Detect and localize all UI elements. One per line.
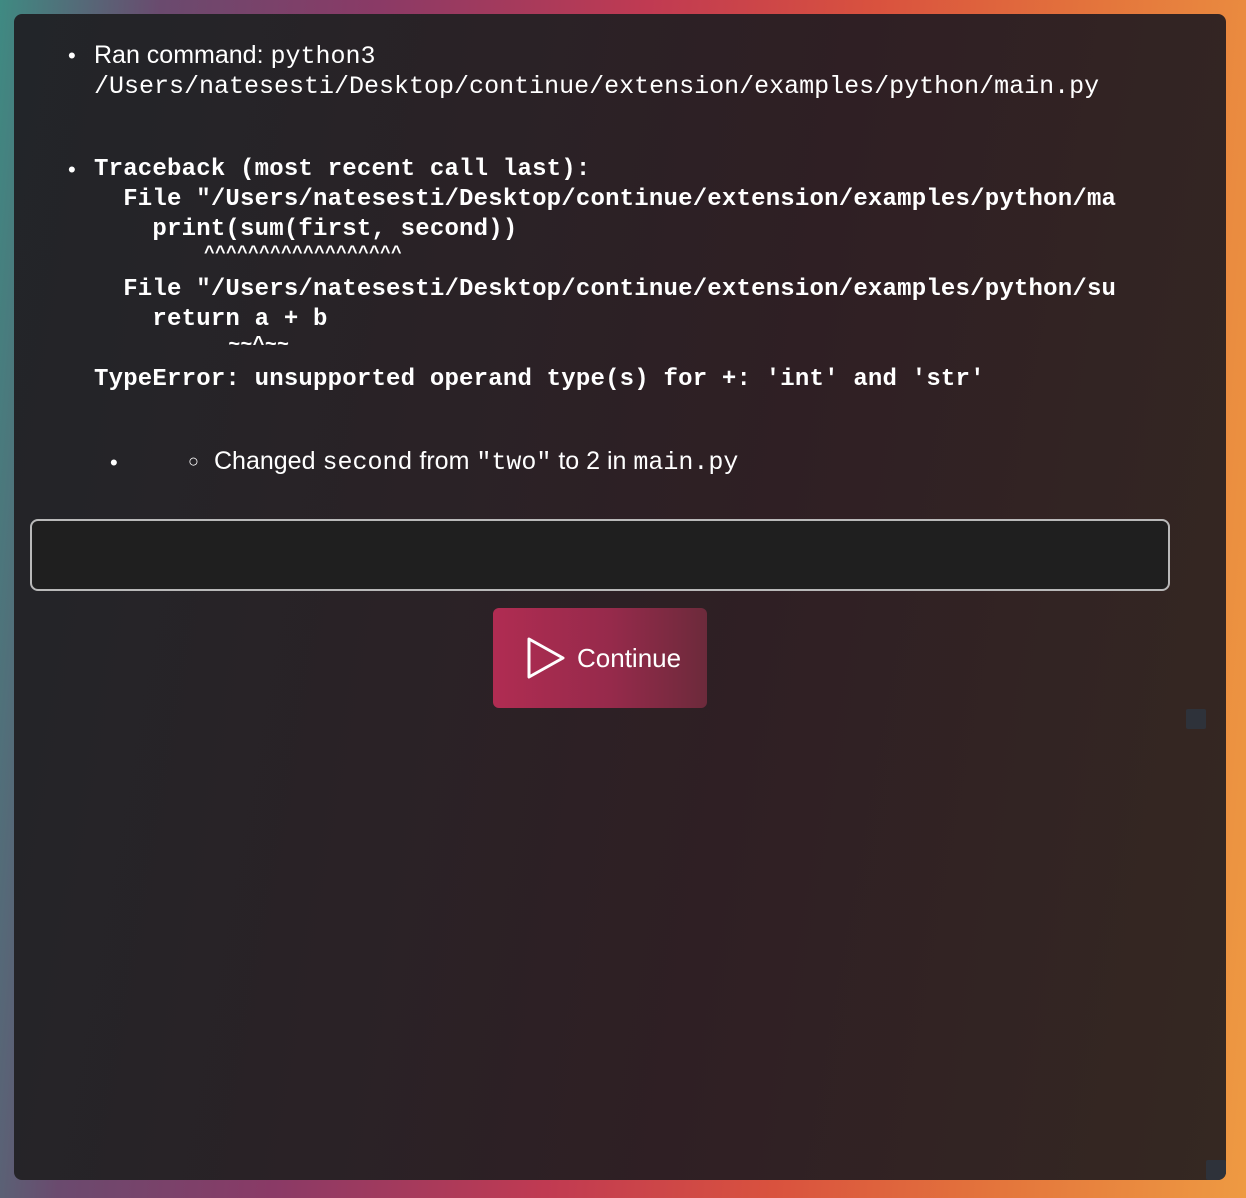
traceback-line: Traceback (most recent call last):: [94, 156, 591, 183]
traceback-block: Traceback (most recent call last): File …: [94, 155, 1198, 405]
traceback-line: File "/Users/natesesti/Desktop/continue/…: [94, 276, 1117, 303]
scroll-marker: [1186, 709, 1206, 729]
list-bullet: •: [68, 43, 76, 68]
sub-list-bullet: ○: [188, 451, 199, 471]
continue-button-label: Continue: [577, 643, 682, 673]
chat-panel: • Ran command: python3 /Users/natesesti/…: [14, 14, 1226, 1180]
change-variable: second: [322, 448, 413, 477]
traceback-line: ^^^^^^^^^^^^^^^^^^: [94, 244, 403, 264]
list-bullet: •: [68, 157, 76, 182]
chat-input[interactable]: [30, 519, 1170, 591]
resize-handle[interactable]: [1206, 1160, 1226, 1180]
continue-button[interactable]: Continue: [493, 608, 707, 708]
change-description: Changed second from "two" to 2 in main.p…: [214, 447, 739, 477]
command-path: /Users/natesesti/Desktop/continue/extens…: [94, 72, 1100, 101]
traceback-line: File "/Users/natesesti/Desktop/continue/…: [94, 186, 1117, 213]
list-bullet: •: [110, 450, 118, 475]
traceback-error: TypeError: unsupported operand type(s) f…: [94, 366, 985, 393]
traceback-line: ~~^~~: [94, 334, 290, 357]
command-text: python3: [270, 42, 376, 71]
change-file: main.py: [633, 448, 739, 477]
ran-command-label: Ran command:: [94, 41, 271, 69]
play-icon: [527, 637, 565, 679]
change-old-value: "two": [476, 448, 552, 477]
ran-command-line-1: Ran command: python3: [94, 40, 376, 72]
